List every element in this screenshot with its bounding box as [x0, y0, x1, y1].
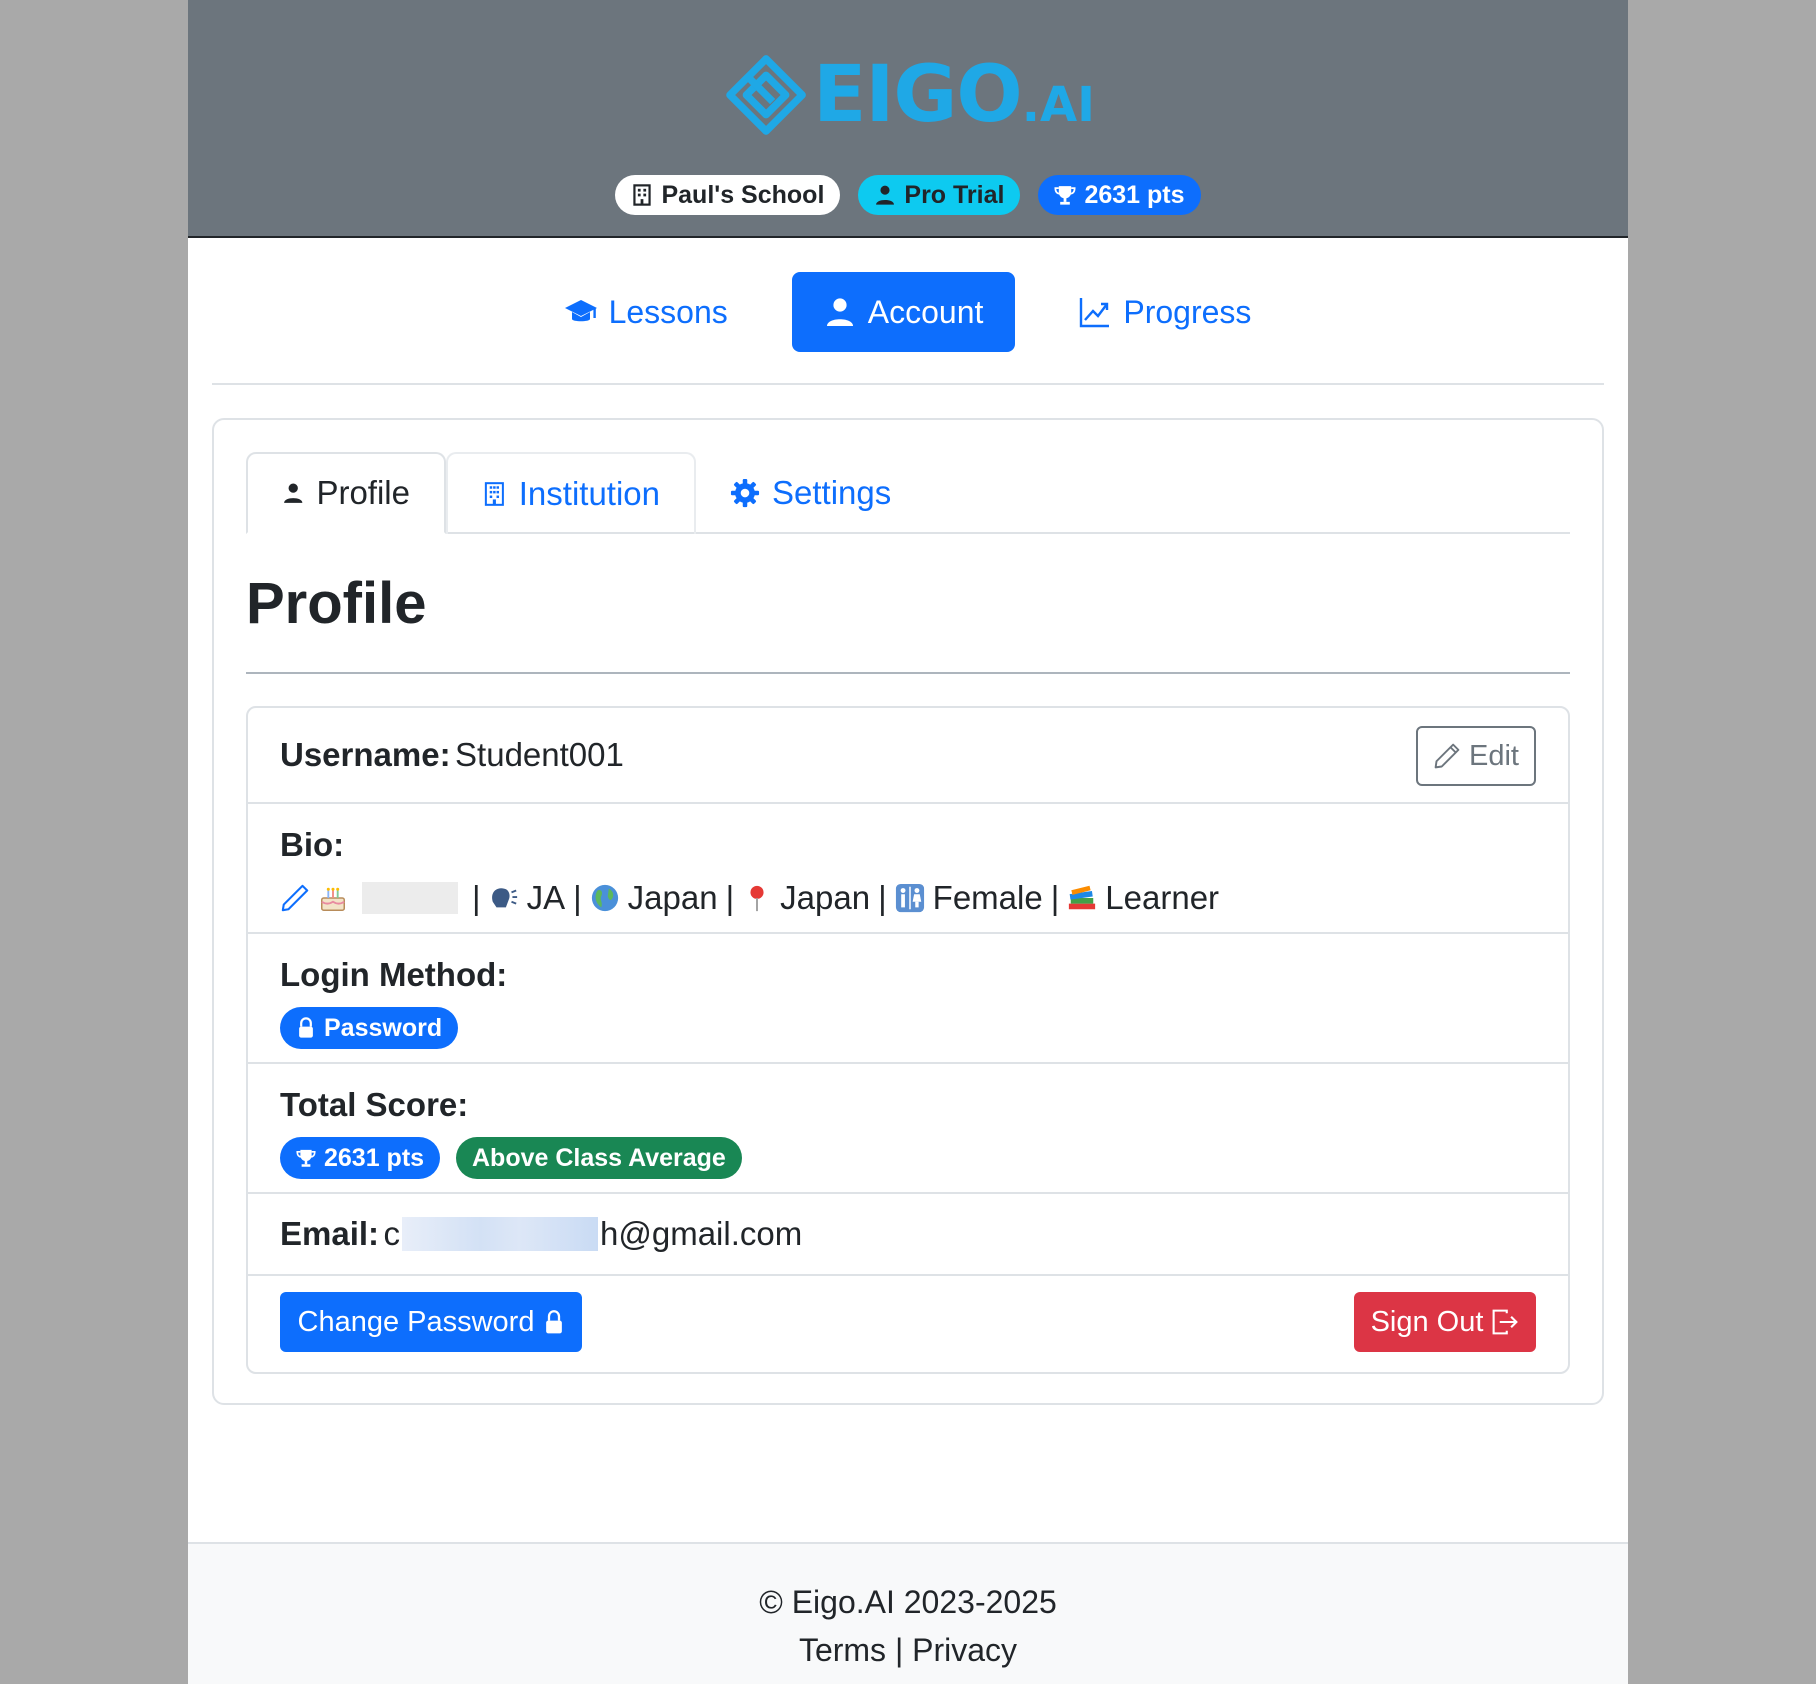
lock-icon [546, 1310, 563, 1334]
nav-account[interactable]: Account [791, 272, 1016, 352]
header-badges: Paul's School Pro Trial 2631 pts [188, 175, 1628, 215]
bio-separator: | [472, 879, 481, 916]
lock-icon [299, 1017, 313, 1038]
score-value: 2631 pts [324, 1143, 425, 1172]
email-end: h@gmail.com [600, 1215, 803, 1252]
bio-content: | JA | Japan | Japan | Female | Learner [280, 876, 1219, 920]
gear-icon [730, 478, 760, 508]
username-value: Student001 [455, 736, 624, 773]
profile-details: Username: Student001 Edit Bio: | JA | Ja… [246, 706, 1570, 1374]
login-method-label: Login Method: [280, 956, 508, 993]
bio-language: JA [526, 879, 566, 916]
heading-divider [246, 672, 1570, 674]
privacy-link[interactable]: Privacy [912, 1632, 1017, 1668]
copyright-text: © Eigo.AI 2023-2025 [759, 1584, 1057, 1620]
brand-wordmark: EIGO.AI [813, 50, 1095, 140]
birthday-cake-icon [321, 887, 345, 911]
page: EIGO.AI Paul's School Pro Trial 2631 pts… [188, 0, 1628, 1684]
footer: © Eigo.AI 2023-2025 Terms | Privacy [188, 1542, 1628, 1684]
graduation-cap-icon [564, 300, 597, 322]
bio-separator: | [573, 879, 582, 916]
person-icon [284, 483, 303, 503]
total-score-row: Total Score: 2631 pts Above Class Averag… [248, 1064, 1568, 1194]
class-average-badge: Above Class Average [456, 1137, 742, 1179]
chart-line-icon [1080, 298, 1110, 328]
bio-separator: | [878, 879, 887, 916]
school-name: Paul's School [661, 180, 825, 209]
change-password-label: Change Password [297, 1305, 535, 1338]
nav-progress-label: Progress [1123, 293, 1252, 330]
points-badge: 2631 pts [1038, 175, 1201, 215]
bio-row: Bio: | JA | Japan | Japan | Female | Lea… [248, 804, 1568, 934]
email-row: Email: c h@gmail.com [248, 1194, 1568, 1276]
username-row: Username: Student001 Edit [248, 708, 1568, 804]
tab-institution-label: Institution [518, 475, 660, 512]
sign-out-label: Sign Out [1370, 1305, 1484, 1338]
login-method-value: Password [324, 1013, 443, 1042]
email-start: c [383, 1215, 401, 1252]
account-tabs: Profile Institution Settings [246, 452, 1570, 534]
tab-profile-label: Profile [316, 474, 410, 511]
plan-badge: Pro Trial [858, 175, 1021, 215]
bio-location: Japan [780, 879, 871, 916]
edit-button[interactable]: Edit [1416, 726, 1536, 786]
bio-country: Japan [627, 879, 718, 916]
plan-name: Pro Trial [904, 180, 1005, 209]
books-icon [1069, 885, 1096, 910]
redacted-birthday [362, 882, 458, 914]
nav-progress[interactable]: Progress [1047, 272, 1283, 352]
restroom-icon [895, 883, 924, 913]
nav-lessons-label: Lessons [608, 293, 728, 330]
speaking-head-icon [491, 888, 517, 908]
pencil-icon [1434, 743, 1460, 769]
trophy-icon [296, 1149, 316, 1167]
bio-separator: | [1050, 879, 1060, 916]
bio-separator: | [725, 879, 735, 916]
tab-settings[interactable]: Settings [696, 452, 936, 534]
location-pin-icon [750, 885, 764, 912]
account-card: Profile Institution Settings Profile Use… [212, 418, 1604, 1405]
edit-label: Edit [1469, 739, 1519, 772]
sign-out-button[interactable]: Sign Out [1354, 1292, 1536, 1352]
nav-lessons[interactable]: Lessons [533, 272, 760, 352]
score-badge: 2631 pts [280, 1137, 441, 1179]
change-password-button[interactable]: Change Password [280, 1292, 582, 1352]
email-label: Email: [280, 1215, 380, 1252]
tab-profile[interactable]: Profile [246, 452, 446, 534]
footer-separator: | [894, 1632, 904, 1668]
points-value: 2631 pts [1084, 180, 1185, 209]
account-actions-row: Change Password Sign Out [248, 1276, 1568, 1372]
footer-links: Terms | Privacy [188, 1632, 1628, 1669]
main-nav: Lessons Account Progress [188, 272, 1628, 352]
logo-icon [726, 55, 806, 135]
bio-gender: Female [932, 879, 1043, 916]
logout-icon [1492, 1309, 1519, 1335]
tab-settings-label: Settings [772, 474, 892, 511]
top-header: EIGO.AI Paul's School Pro Trial 2631 pts [188, 0, 1628, 238]
nav-account-label: Account [867, 293, 984, 330]
terms-link[interactable]: Terms [799, 1632, 886, 1668]
building-icon [484, 482, 504, 506]
redacted-email [402, 1217, 598, 1251]
school-badge: Paul's School [615, 175, 841, 215]
pencil-icon [281, 884, 309, 912]
nav-divider [212, 383, 1604, 385]
bio-label: Bio: [280, 826, 345, 863]
tab-institution[interactable]: Institution [446, 452, 696, 534]
username-label: Username: [280, 736, 451, 773]
person-icon [876, 185, 895, 205]
building-icon [633, 184, 652, 206]
globe-icon [591, 884, 618, 912]
login-method-badge: Password [280, 1007, 459, 1049]
brand-logo[interactable]: EIGO.AI [725, 40, 1095, 150]
bio-role: Learner [1105, 879, 1220, 916]
total-score-label: Total Score: [280, 1086, 469, 1123]
class-average-value: Above Class Average [472, 1143, 726, 1172]
person-icon [826, 298, 853, 326]
trophy-icon [1054, 186, 1076, 205]
page-title: Profile [246, 571, 427, 636]
login-method-row: Login Method: Password [248, 934, 1568, 1064]
